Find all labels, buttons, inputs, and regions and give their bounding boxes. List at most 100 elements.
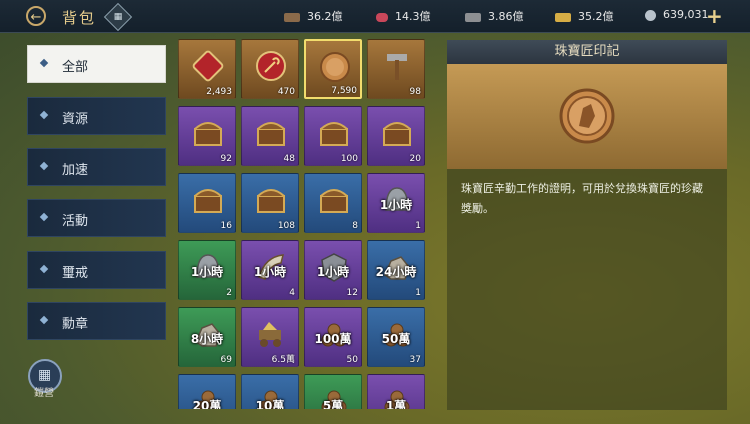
item-label: 5萬 (322, 399, 344, 409)
diamond-icon (39, 58, 49, 68)
item-count: 108 (277, 221, 295, 231)
item-count: 100 (340, 154, 358, 164)
bag-info-icon[interactable]: ▦ (103, 2, 133, 32)
item-description: 珠寶匠辛勤工作的證明，可用於兌換珠寶匠的珍藏獎勵。 (461, 182, 703, 215)
item-count: 4 (289, 288, 295, 298)
top-bar: ← 背包 ▦ 36.2億 14.3億 3.86億 35.2億 639,031 + (0, 0, 750, 33)
item-count: 6.5萬 (271, 355, 295, 365)
item-label: 1萬 (385, 399, 407, 409)
diamond-icon (39, 315, 49, 325)
hammer-icon (387, 54, 407, 80)
resource-stone[interactable]: 3.86億 (465, 8, 524, 24)
item-detail-image (447, 64, 727, 169)
item-label: 20萬 (192, 399, 222, 409)
tab-all[interactable]: 全部 (27, 45, 166, 83)
item-count: 1 (415, 288, 421, 298)
item-detail-title: 珠寶匠印記 (447, 40, 727, 64)
inventory-item[interactable]: 1小時 2 (178, 240, 236, 300)
inventory-item[interactable]: 8小時 69 (178, 307, 236, 367)
item-count: 37 (409, 355, 421, 365)
item-label: 1小時 (316, 265, 350, 279)
diamond-icon (39, 110, 49, 120)
resource-coin[interactable]: 639,031 (645, 8, 709, 21)
resource-wood[interactable]: 36.2億 (284, 8, 343, 24)
cart-icon (259, 322, 281, 347)
item-count: 92 (220, 154, 232, 164)
inventory-item[interactable]: 1小時 12 (304, 240, 362, 300)
armory-icon: ▦ (38, 367, 52, 383)
chest-icon (194, 189, 222, 213)
inventory-item[interactable]: 100 (304, 106, 362, 166)
tab-events[interactable]: 活動 (27, 199, 166, 237)
chest-icon (257, 122, 285, 146)
tab-seals[interactable]: 璽戒 (27, 251, 166, 289)
inventory-item[interactable]: 6.5萬 (241, 307, 299, 367)
inventory-item[interactable]: 20 (367, 106, 425, 166)
item-count: 2,493 (206, 87, 232, 97)
inventory-item[interactable]: 98 (367, 39, 425, 99)
item-label: 8小時 (190, 332, 224, 346)
inventory-item[interactable]: 1萬 (367, 374, 425, 409)
item-count: 8 (352, 221, 358, 231)
armory-label: 鎧營 (34, 388, 54, 399)
item-count: 7,590 (331, 86, 357, 96)
item-label: 50萬 (381, 332, 411, 346)
item-count: 1 (415, 221, 421, 231)
item-count: 470 (277, 87, 295, 97)
jeweler-seal-icon (559, 88, 615, 144)
inventory-item[interactable]: 5萬 (304, 374, 362, 409)
chest-icon (320, 122, 348, 146)
inventory-item[interactable]: 470 (241, 39, 299, 99)
inventory-item[interactable]: 100萬 50 (304, 307, 362, 367)
inventory-item[interactable]: 1小時 1 (367, 173, 425, 233)
item-count: 12 (346, 288, 358, 298)
inventory-item[interactable]: 8 (304, 173, 362, 233)
inventory-item[interactable]: 48 (241, 106, 299, 166)
inventory-item[interactable]: 92 (178, 106, 236, 166)
inventory-item[interactable]: 24小時 1 (367, 240, 425, 300)
item-count: 48 (283, 154, 295, 164)
item-label: 1小時 (190, 265, 224, 279)
diamond-icon (39, 161, 49, 171)
wood-icon (284, 12, 300, 22)
item-count: 20 (409, 154, 421, 164)
inventory-item[interactable]: 2,493 (178, 39, 236, 99)
chest-icon (320, 189, 348, 213)
inventory-item[interactable]: 108 (241, 173, 299, 233)
diamond-icon (39, 212, 49, 222)
item-label: 1小時 (253, 265, 287, 279)
item-count: 50 (346, 355, 358, 365)
inventory-item[interactable]: 16 (178, 173, 236, 233)
item-count: 2 (226, 288, 232, 298)
resource-ruby[interactable]: 14.3億 (376, 8, 431, 24)
resource-gold[interactable]: 35.2億 (555, 8, 614, 24)
inventory-item[interactable]: 10萬 (241, 374, 299, 409)
item-grid: 2,493 470 7,590 98 92 48 100 20 16 108 8 1小時 1 1小時 2 1小… (178, 39, 428, 409)
tab-resources[interactable]: 資源 (27, 97, 166, 135)
add-currency-button[interactable]: + (706, 4, 723, 28)
gold-bar-icon (555, 12, 571, 22)
item-detail-panel: 珠寶匠印記 珠寶匠辛勤工作的證明，可用於兌換珠寶匠的珍藏獎勵。 (447, 40, 727, 410)
inventory-item[interactable]: 50萬 37 (367, 307, 425, 367)
item-count: 98 (409, 87, 421, 97)
tab-medals[interactable]: 勳章 (27, 302, 166, 340)
chest-icon (194, 122, 222, 146)
tab-speedups[interactable]: 加速 (27, 148, 166, 186)
item-label: 10萬 (255, 399, 285, 409)
diamond-icon (39, 264, 49, 274)
item-label: 100萬 (314, 332, 352, 346)
back-arrow-icon[interactable]: ← (26, 6, 46, 26)
inventory-item[interactable]: 1小時 4 (241, 240, 299, 300)
page-title: 背包 (62, 9, 97, 27)
item-count: 16 (220, 221, 232, 231)
inventory-item[interactable]: 20萬 (178, 374, 236, 409)
inventory-item[interactable]: 7,590 (304, 39, 362, 99)
stone-icon (465, 12, 481, 22)
coin-icon (645, 9, 656, 21)
item-label: 24小時 (375, 265, 417, 279)
chest-icon (383, 122, 411, 146)
chest-icon (257, 189, 285, 213)
item-label: 1小時 (379, 198, 413, 212)
ruby-icon (376, 12, 388, 22)
jeweler-seal-icon (320, 52, 350, 82)
